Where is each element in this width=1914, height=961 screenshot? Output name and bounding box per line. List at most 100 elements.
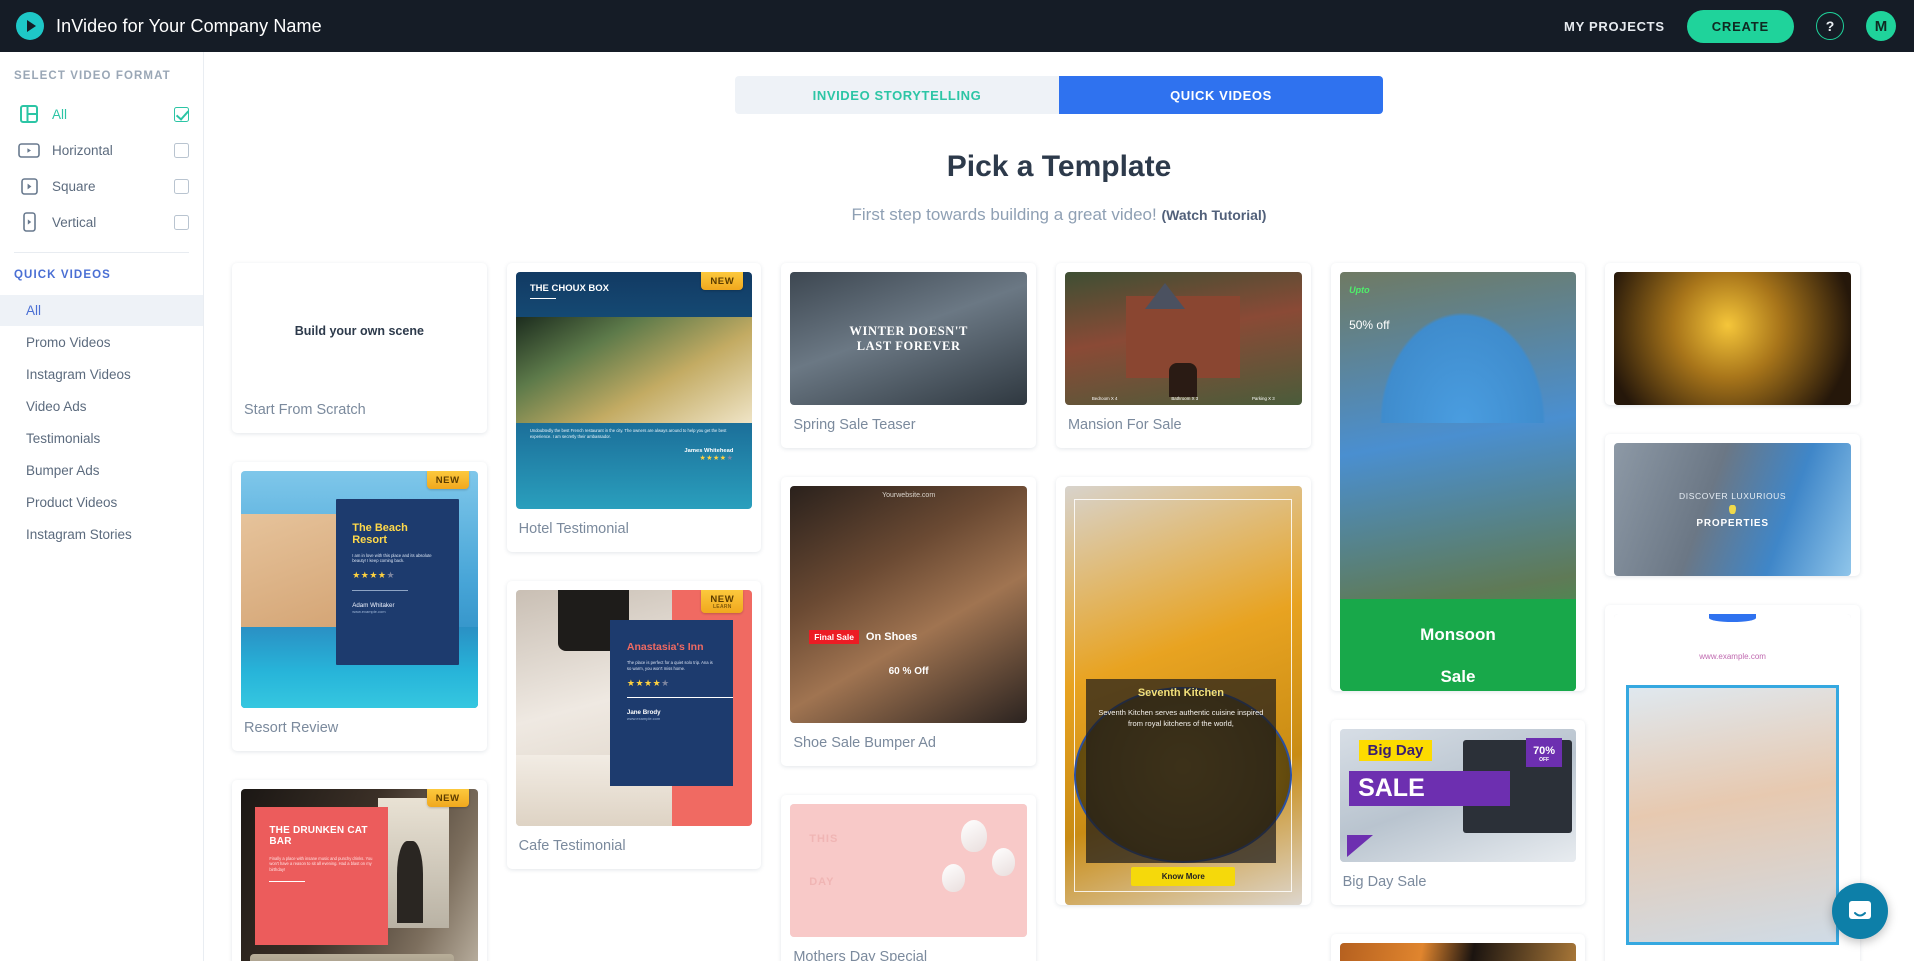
sidebar-item-video-ads[interactable]: Video Ads [0,391,203,422]
template-title: Resort Review [244,719,339,736]
horizontal-frame-icon [18,142,40,158]
resort-headline: The Beach Resort [352,521,408,546]
rating-stars: ★★★★★ [352,570,396,581]
format-checkbox-horizontal[interactable] [174,142,189,158]
template-card-big-day-sale[interactable]: Big Day SALE 70% OFF Big Day Sale [1330,719,1586,905]
thumbnail: www.example.com [1614,614,1851,961]
sidebar-item-instagram-videos[interactable]: Instagram Videos [0,359,203,390]
template-title: Shoe Sale Bumper Ad [793,734,936,751]
template-card-bottles[interactable] [1330,933,1586,961]
top-bar-actions: MY PROJECTS CREATE ? M [1564,9,1914,43]
thumbnail: Seventh Kitchen Seventh Kitchen serves a… [1064,486,1302,905]
new-badge-sublabel: LEARN [712,603,732,610]
sidebar-item-all[interactable]: All [0,295,203,326]
sale-label: SALE [1349,771,1510,807]
sidebar-item-instagram-stories[interactable]: Instagram Stories [0,519,203,550]
hotel-body: Undoubtedly the best French restaurant i… [529,428,727,439]
brand-area[interactable]: InVideo for Your Company Name [0,12,322,40]
luxury-line2: PROPERTIES [1696,517,1769,529]
discount-off-label: OFF [1539,757,1550,764]
template-card-start-from-scratch[interactable]: Build your own scene Start From Scratch [232,263,487,433]
monsoon-line2: Sale [1440,666,1476,686]
thumbnail: Big Day SALE 70% OFF [1339,728,1577,862]
new-badge: NEW LEARN [701,589,744,613]
top-navigation-bar: InVideo for Your Company Name MY PROJECT… [0,0,1914,52]
page-title: Pick a Template [946,150,1172,183]
template-card-gold-abstract[interactable] [1605,263,1860,406]
format-checkbox-vertical[interactable] [174,214,189,230]
big-day-label: Big Day [1358,739,1433,761]
watch-tutorial-link[interactable]: (Watch Tutorial) [1161,207,1266,223]
quick-videos-heading: QUICK VIDEOS [14,269,111,281]
template-card-luxury-properties[interactable]: DISCOVER LUXURIOUS PROPERTIES [1605,434,1860,577]
template-card-mansion-for-sale[interactable]: Bedroom X 4 Bathroom X 3 Parking X 3 Man… [1055,263,1311,449]
help-icon[interactable]: ? [1816,12,1844,40]
format-label-vertical: Vertical [52,214,97,230]
play-circle-icon [16,12,44,40]
template-card-seventh-kitchen[interactable]: Seventh Kitchen Seventh Kitchen serves a… [1055,477,1311,905]
thumbnail: THIS DAY [790,803,1027,937]
sidebar-item-testimonials[interactable]: Testimonials [0,423,203,454]
template-card-shoe-sale-bumper-ad[interactable]: Yourwebsite.com Final Sale On Shoes 60 %… [781,477,1036,766]
sidebar-item-promo-videos[interactable]: Promo Videos [0,327,203,358]
format-label-square: Square [52,178,96,194]
monsoon-line1: Monsoon [1420,624,1496,644]
template-card-fashion-story[interactable]: www.example.com [1605,605,1860,961]
cafe-headline: Anastasia's Inn [626,640,704,653]
new-badge: NEW [701,272,744,290]
mansion-spec-2: Bathroom X 3 [1171,396,1199,402]
thumbnail [1339,942,1577,961]
sidebar-item-product-videos[interactable]: Product Videos [0,487,203,518]
shoe-headline: On Shoes [865,631,918,644]
template-card-mothers-day-special[interactable]: THIS DAY Mothers Day Special [781,794,1036,961]
seventh-kitchen-body: Seventh Kitchen serves authentic cuisine… [1098,707,1264,728]
sidebar-divider [14,252,189,253]
mothers-line1: THIS [809,832,839,845]
format-label-horizontal: Horizontal [52,142,113,158]
format-checkbox-all[interactable] [174,106,189,122]
format-checkbox-square[interactable] [174,178,189,194]
monsoon-percent: 50% off [1349,318,1390,333]
main-content: INVIDEO STORYTELLING QUICK VIDEOS Pick a… [204,52,1914,961]
template-card-cafe-testimonial[interactable]: Anastasia's Inn The place is perfect for… [506,580,762,870]
sidebar-item-bumper-ads[interactable]: Bumper Ads [0,455,203,486]
template-card-hotel-testimonial[interactable]: THE CHOUX BOX Undoubtedly the best Frenc… [506,263,762,552]
template-title: Start From Scratch [244,402,366,418]
create-button[interactable]: CREATE [1686,9,1794,43]
template-card-spring-sale-teaser[interactable]: WINTER DOESN'T LAST FOREVER Spring Sale … [781,263,1036,449]
resort-body: I am in love with this place and its abs… [352,552,432,563]
thumbnail: Build your own scene [241,272,478,390]
avatar[interactable]: M [1866,11,1896,41]
grid-layout-icon [18,105,40,123]
new-badge: NEW [426,788,469,807]
spring-line1: WINTER DOESN'T [849,323,968,338]
format-option-horizontal[interactable]: Horizontal [0,132,203,168]
select-video-format-heading: SELECT VIDEO FORMAT [14,70,171,82]
know-more-button[interactable]: Know More [1131,867,1236,887]
guesthouse-headline: THE DRUNKEN CAT BAR [269,825,368,848]
chat-bubble-icon[interactable] [1832,883,1888,939]
tab-quick-videos[interactable]: QUICK VIDEOS [1059,76,1383,114]
thumbnail: The Beach Resort I am in love with this … [241,470,478,708]
template-card-resort-review[interactable]: The Beach Resort I am in love with this … [232,461,487,751]
spring-line2: LAST FOREVER [856,338,961,353]
template-card-monsoon-sale[interactable]: Upto 50% off Monsoon Sale [1330,263,1586,691]
hotel-headline: THE CHOUX BOX [529,282,610,294]
thumbnail: WINTER DOESN'T LAST FOREVER [790,272,1027,406]
thumbnail: THE DRUNKEN CAT BAR Finally a place with… [241,788,478,961]
resort-url: www.example.com [352,609,386,615]
page-subtitle-text: First step towards building a great vide… [851,205,1157,224]
format-label-all: All [52,106,68,122]
shoe-website: Yourwebsite.com [882,492,936,500]
tab-invideo-storytelling[interactable]: INVIDEO STORYTELLING [735,76,1059,114]
format-option-square[interactable]: Square [0,168,203,204]
final-sale-tag: Final Sale [809,630,859,645]
thumbnail: DISCOVER LUXURIOUS PROPERTIES [1614,443,1851,577]
my-projects-link[interactable]: MY PROJECTS [1564,19,1665,34]
shoe-discount: 60 % Off [888,665,929,677]
format-option-vertical[interactable]: Vertical [0,204,203,240]
format-option-all[interactable]: All [0,96,203,132]
guesthouse-body: Finally a place with insane music and pu… [269,855,373,872]
rating-stars: ★★★★★ [699,454,734,462]
template-card-guesthouse-review[interactable]: THE DRUNKEN CAT BAR Finally a place with… [232,779,487,961]
